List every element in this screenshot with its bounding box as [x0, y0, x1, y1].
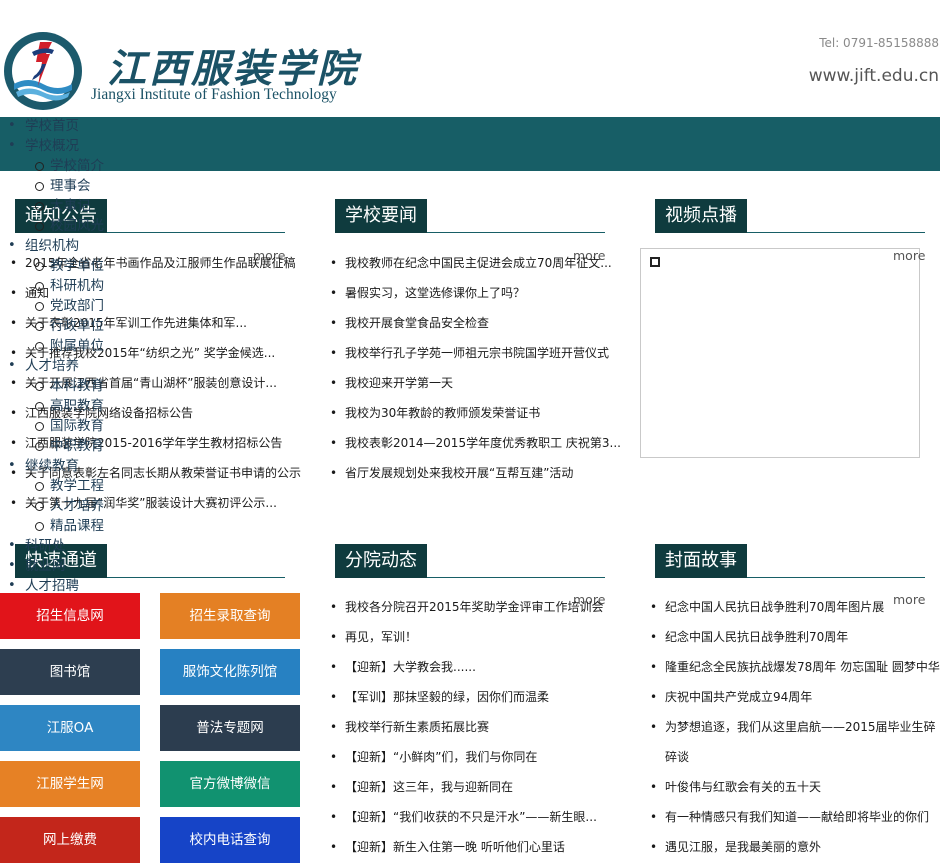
- list-item[interactable]: 纪念中国人民抗日战争胜利70周年: [650, 622, 940, 652]
- branch-list: 我校各分院召开2015年奖助学金评审工作培训会 再见，军训！ 【迎新】大学教会我…: [330, 592, 620, 862]
- quick-link-button[interactable]: 网上缴费: [0, 817, 140, 863]
- list-item[interactable]: 【迎新】新生入住第一晚 听听他们心里话: [330, 832, 620, 862]
- list-item[interactable]: 我校开展食堂食品安全检查: [330, 308, 620, 338]
- quick-link-button[interactable]: 江服OA: [0, 705, 140, 751]
- list-item[interactable]: 省厅发展规划处来我校开展“互帮互建”活动: [330, 458, 620, 488]
- news-panel-title[interactable]: 学校要闻: [335, 199, 427, 233]
- contact-phone: Tel: 0791-85158888: [819, 36, 939, 50]
- quick-link-button[interactable]: 官方微博微信: [160, 761, 300, 807]
- menu-item[interactable]: 学校概况: [8, 136, 79, 156]
- list-item[interactable]: 【军训】那抹坚毅的绿，因你们而温柔: [330, 682, 620, 712]
- cover-list: 纪念中国人民抗日战争胜利70周年图片展 纪念中国人民抗日战争胜利70周年 隆重纪…: [650, 592, 940, 862]
- submenu-item[interactable]: 精品课程: [35, 516, 104, 536]
- list-item[interactable]: 为梦想追逐，我们从这里启航——2015届毕业生碎碎谈: [650, 712, 940, 772]
- menu-item[interactable]: 就业网: [8, 556, 65, 576]
- submenu-item[interactable]: 教学工程: [35, 476, 104, 496]
- news-panel-header: 学校要闻: [335, 199, 605, 233]
- list-item[interactable]: 隆重纪念全民族抗战爆发78周年 勿忘国耻 圆梦中华: [650, 652, 940, 682]
- submenu-item[interactable]: 科研机构: [35, 276, 104, 296]
- video-more-link[interactable]: more: [893, 248, 925, 263]
- school-name-english: Jiangxi Institute of Fashion Technology: [91, 86, 337, 103]
- news-list: 我校教师在纪念中国民主促进会成立70周年征文... 暑假实习，这堂选修课你上了吗…: [330, 248, 621, 488]
- menu-item[interactable]: 组织机构: [8, 236, 79, 256]
- submenu-item[interactable]: 高职教育: [35, 396, 104, 416]
- submenu-item[interactable]: 校园风光: [35, 216, 104, 236]
- video-placeholder-icon: [650, 257, 660, 267]
- quick-link-button[interactable]: 图书馆: [0, 649, 140, 695]
- submenu-item[interactable]: 大事记: [35, 196, 91, 216]
- website-url: www.jift.edu.cn: [808, 66, 939, 86]
- list-item[interactable]: 暑假实习，这堂选修课你上了吗？: [330, 278, 620, 308]
- cover-panel-title[interactable]: 封面故事: [655, 544, 747, 578]
- list-item[interactable]: 【迎新】大学教会我......: [330, 652, 620, 682]
- list-item[interactable]: 遇见江服，是我最美丽的意外: [650, 832, 940, 862]
- quick-link-button[interactable]: 普法专题网: [160, 705, 300, 751]
- list-item[interactable]: 我校教师在纪念中国民主促进会成立70周年征文...: [330, 248, 620, 278]
- list-item[interactable]: 【迎新】“小鲜肉”们，我们与你同在: [330, 742, 620, 772]
- video-panel-header: 视频点播: [655, 199, 925, 233]
- submenu-item[interactable]: 附属单位: [35, 336, 104, 356]
- submenu-item[interactable]: 国际教育: [35, 416, 104, 436]
- video-player[interactable]: [640, 248, 920, 458]
- menu-item[interactable]: 人才培养: [8, 356, 79, 376]
- quick-link-button[interactable]: 江服学生网: [0, 761, 140, 807]
- submenu-item[interactable]: 本科教育: [35, 376, 104, 396]
- submenu-item[interactable]: 人才培养: [35, 496, 104, 516]
- quick-link-button[interactable]: 校内电话查询: [160, 817, 300, 863]
- submenu-item[interactable]: 教学单位: [35, 256, 104, 276]
- cover-panel-header: 封面故事: [655, 544, 925, 578]
- list-item[interactable]: 我校为30年教龄的教师颁发荣誉证书: [330, 398, 620, 428]
- submenu-item[interactable]: 中职教育: [35, 436, 104, 456]
- menu-item[interactable]: 人才招聘: [8, 576, 79, 596]
- submenu-item[interactable]: 理事会: [35, 176, 91, 196]
- list-item[interactable]: 我校各分院召开2015年奖助学金评审工作培训会: [330, 592, 620, 622]
- video-panel-title[interactable]: 视频点播: [655, 199, 747, 233]
- branch-panel-title[interactable]: 分院动态: [335, 544, 427, 578]
- list-item[interactable]: 叶俊伟与红歌会有关的五十天: [650, 772, 940, 802]
- quick-link-button[interactable]: 服饰文化陈列馆: [160, 649, 300, 695]
- branch-panel-header: 分院动态: [335, 544, 605, 578]
- submenu-item[interactable]: 学校简介: [35, 156, 104, 176]
- list-item[interactable]: 纪念中国人民抗日战争胜利70周年图片展: [650, 592, 940, 622]
- quick-link-button[interactable]: 招生信息网: [0, 593, 140, 639]
- menu-item[interactable]: 继续教育: [8, 456, 79, 476]
- school-emblem-icon[interactable]: [2, 28, 84, 114]
- list-item[interactable]: 【迎新】这三年，我与迎新同在: [330, 772, 620, 802]
- quick-link-button[interactable]: 招生录取查询: [160, 593, 300, 639]
- list-item[interactable]: 我校迎来开学第一天: [330, 368, 620, 398]
- list-item[interactable]: 【迎新】“我们收获的不只是汗水”——新生眼...: [330, 802, 620, 832]
- menu-item[interactable]: 科研处: [8, 536, 65, 556]
- submenu-item[interactable]: 行政单位: [35, 316, 104, 336]
- list-item[interactable]: 我校举行孔子学苑一师祖元宗书院国学班开营仪式: [330, 338, 620, 368]
- list-item[interactable]: 有一种情感只有我们知道——献给即将毕业的你们: [650, 802, 940, 832]
- menu-item[interactable]: 学校首页: [8, 116, 79, 136]
- list-item[interactable]: 庆祝中国共产党成立94周年: [650, 682, 940, 712]
- list-item[interactable]: 我校举行新生素质拓展比赛: [330, 712, 620, 742]
- main-nav-bar: [0, 117, 940, 171]
- submenu-item[interactable]: 党政部门: [35, 296, 104, 316]
- list-item[interactable]: 再见，军训！: [330, 622, 620, 652]
- list-item[interactable]: 我校表彰2014—2015学年度优秀教职工 庆祝第3...: [330, 428, 621, 458]
